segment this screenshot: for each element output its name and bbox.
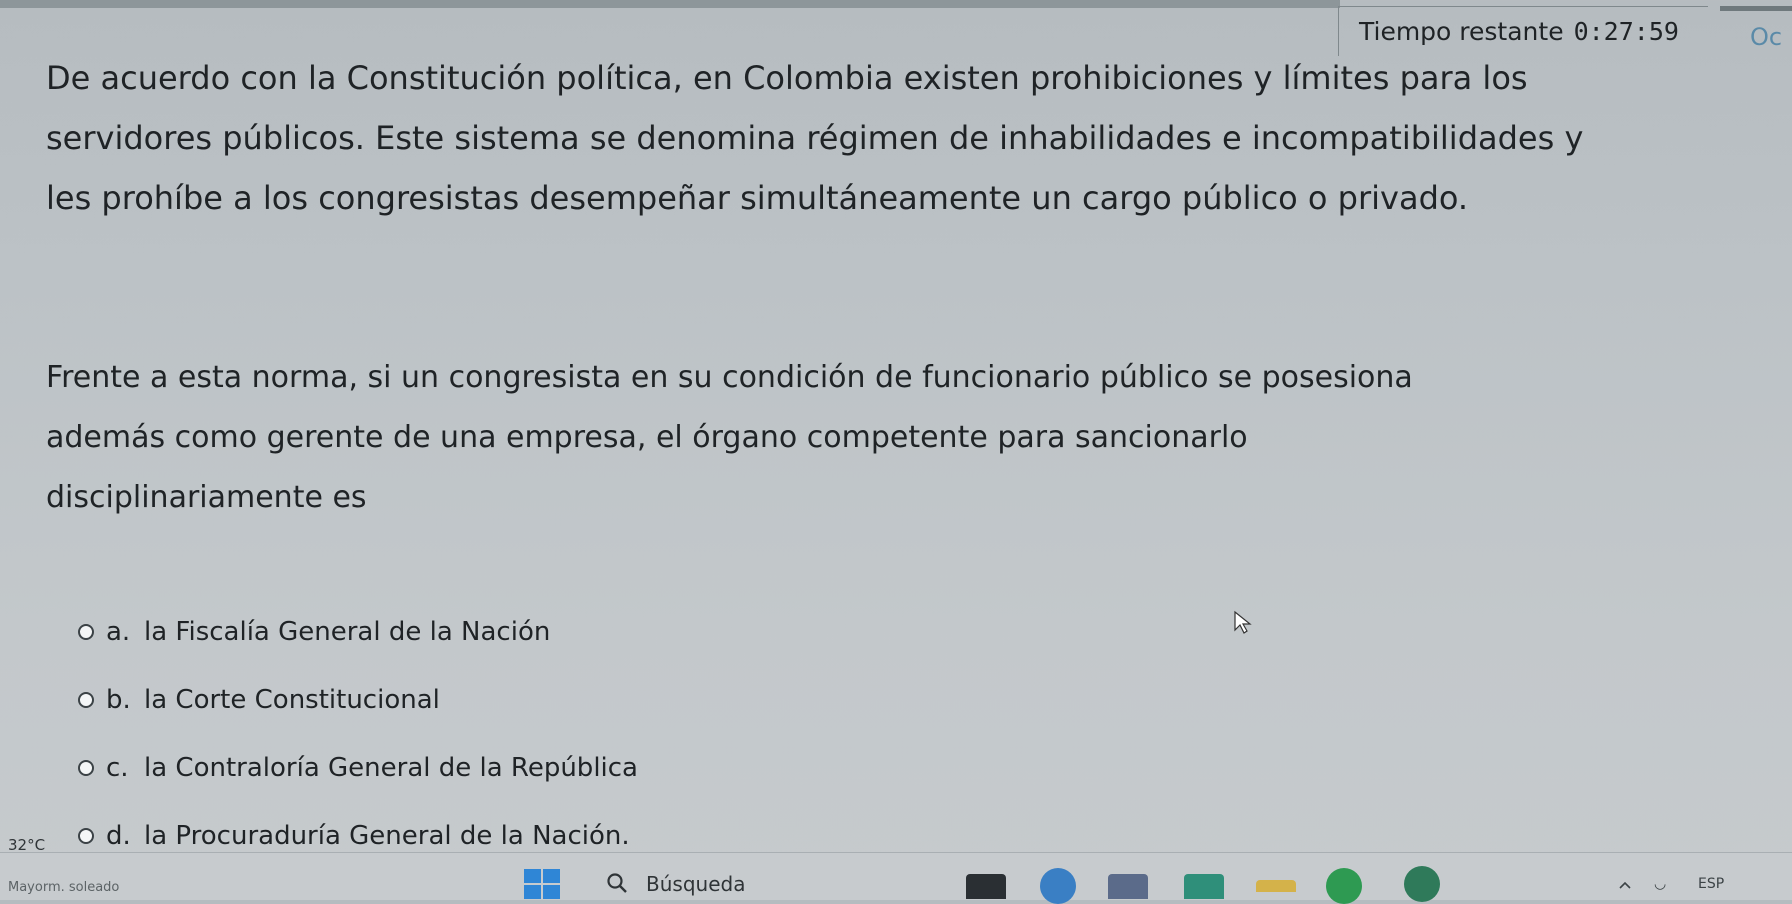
option-b[interactable]: b. la Corte Constitucional [78,666,638,734]
answer-options: a. la Fiscalía General de la Nación b. l… [78,598,638,870]
question-prompt: Frente a esta norma, si un congresista e… [46,348,1786,528]
search-icon[interactable] [606,872,628,894]
prompt-line: disciplinariamente es [46,480,367,515]
option-a[interactable]: a. la Fiscalía General de la Nación [78,598,638,666]
file-explorer-icon[interactable] [1256,880,1296,892]
edge-icon[interactable] [1404,866,1440,902]
taskbar-app-icon[interactable] [966,874,1006,899]
radio-button[interactable] [78,828,94,844]
option-letter: a. [106,617,131,647]
option-letter: d. [106,821,131,851]
windows-start-icon[interactable] [522,866,562,899]
language-indicator[interactable]: ESP [1698,876,1724,892]
prompt-line: Frente a esta norma, si un congresista e… [46,360,1413,395]
option-text: la Procuraduría General de la Nación. [144,821,630,851]
option-c[interactable]: c. la Contraloría General de la Repúblic… [78,734,638,802]
taskbar [0,852,1792,900]
taskbar-app-icon[interactable] [1184,874,1224,899]
prompt-line: además como gerente de una empresa, el ó… [46,420,1248,455]
option-letter: c. [106,753,129,783]
top-divider [0,0,1340,8]
taskbar-app-icon[interactable] [1108,874,1148,899]
question-line: De acuerdo con la Constitución política,… [46,59,1528,97]
radio-button[interactable] [78,760,94,776]
question-line: servidores públicos. Este sistema se den… [46,119,1584,157]
question-text: De acuerdo con la Constitución política,… [46,48,1786,228]
question-line: les prohíbe a los congresistas desempeña… [46,179,1469,217]
mouse-cursor-icon [1234,610,1252,634]
option-text: la Corte Constitucional [144,685,440,715]
chevron-up-icon[interactable] [1618,880,1632,890]
radio-button[interactable] [78,692,94,708]
weather-description[interactable]: Mayorm. soleado [8,880,119,895]
weather-temperature[interactable]: 32°C [8,836,45,854]
radio-button[interactable] [78,624,94,640]
option-text: la Fiscalía General de la Nación [144,617,551,647]
option-text: la Contraloría General de la República [144,753,638,783]
timer-value: 0:27:59 [1573,17,1679,46]
timer-label: Tiempo restante [1359,17,1564,46]
option-letter: b. [106,685,131,715]
wifi-icon[interactable]: ◡ [1654,876,1666,892]
taskbar-search-label[interactable]: Búsqueda [646,872,745,896]
